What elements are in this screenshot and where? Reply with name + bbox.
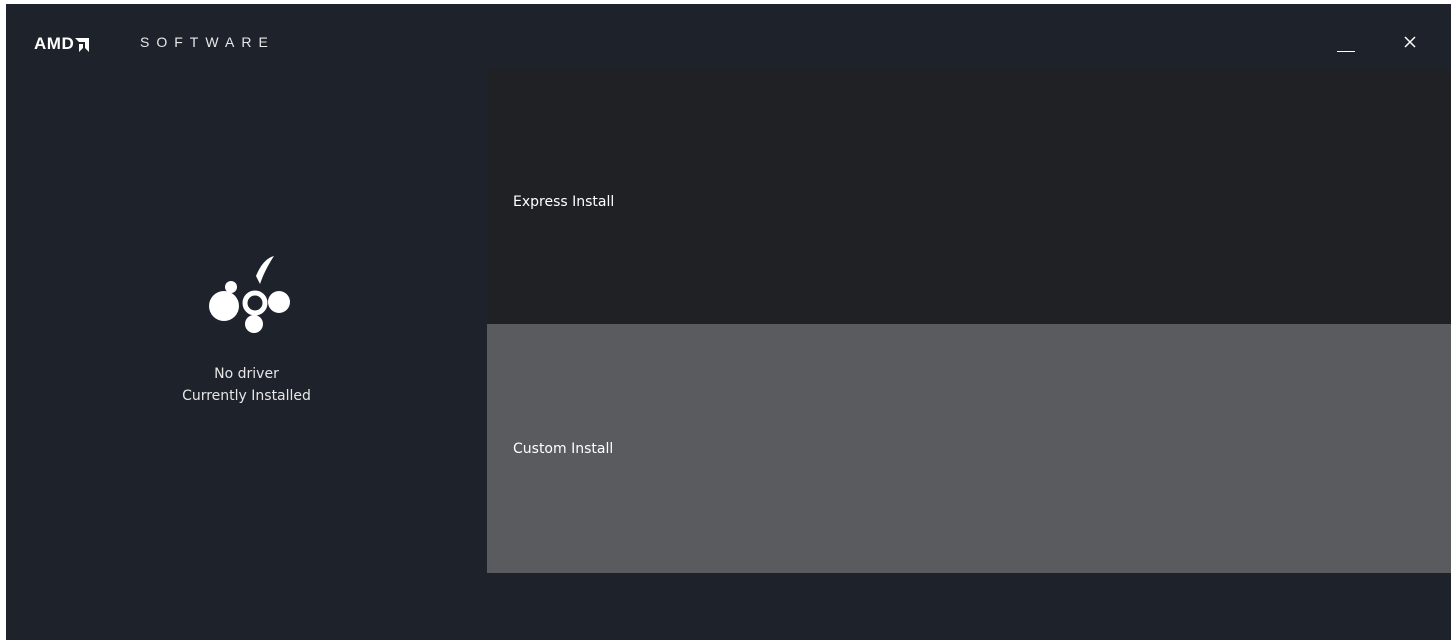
amd-arrow-icon xyxy=(75,37,90,52)
driver-status-panel: No driver Currently Installed xyxy=(6,74,487,640)
amd-logo-text: AMD xyxy=(34,34,75,53)
installer-window: AMD SOFTWARE No driver Currently Install… xyxy=(6,4,1451,640)
express-install-label: Express Install xyxy=(513,194,615,210)
amd-logo: AMD xyxy=(34,34,90,54)
express-install-option[interactable]: Express Install xyxy=(487,70,1451,324)
driver-cluster-icon xyxy=(209,256,290,333)
product-name: SOFTWARE xyxy=(140,34,275,50)
close-icon xyxy=(1404,36,1416,48)
title-bar: AMD SOFTWARE xyxy=(6,4,1451,74)
minimize-button[interactable] xyxy=(1328,26,1364,58)
close-button[interactable] xyxy=(1392,26,1428,58)
minimize-icon xyxy=(1337,50,1355,52)
driver-status-line2: Currently Installed xyxy=(182,388,311,404)
custom-install-label: Custom Install xyxy=(513,441,614,457)
custom-install-option[interactable]: Custom Install xyxy=(487,324,1451,573)
driver-status-line1: No driver xyxy=(214,366,279,382)
